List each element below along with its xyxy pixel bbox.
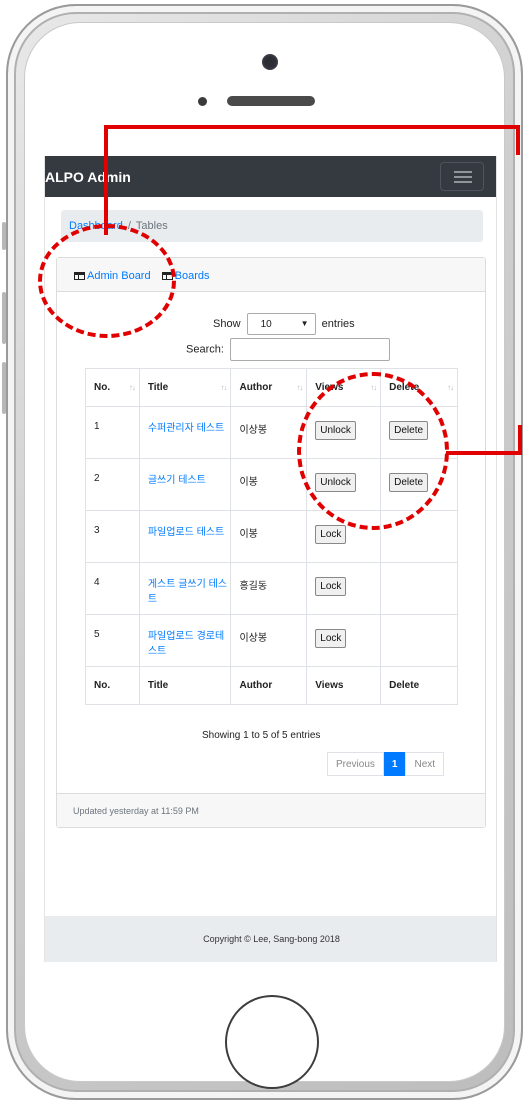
front-camera bbox=[262, 54, 278, 70]
row-author: 이상봉 bbox=[230, 406, 308, 459]
footer-header-views: Views bbox=[306, 666, 382, 705]
page-footer: Copyright © Lee, Sang-bong 2018 bbox=[45, 916, 496, 962]
footer-header-title: Title bbox=[138, 666, 232, 705]
card-footer: Updated yesterday at 11:59 PM bbox=[57, 793, 485, 827]
footer-header-no: No. bbox=[85, 666, 140, 705]
row-author: 홍길동 bbox=[230, 562, 308, 615]
row-no: 2 bbox=[85, 458, 140, 511]
menu-toggle-button[interactable] bbox=[440, 162, 484, 191]
post-title-link[interactable]: 수퍼관리자 테스트 bbox=[148, 421, 231, 436]
sort-icon: ↑↓ bbox=[128, 383, 136, 392]
sort-icon: ↑↓ bbox=[220, 383, 227, 392]
home-button[interactable] bbox=[225, 995, 319, 1089]
show-label: Show bbox=[213, 317, 241, 330]
row-no: 3 bbox=[85, 510, 140, 563]
row-author: 이봉 bbox=[230, 510, 308, 563]
column-header-no[interactable]: No. ↑↓ bbox=[85, 368, 140, 407]
row-no: 5 bbox=[85, 614, 140, 667]
table-row: 5 파일업로드 경로테스트 이상봉 Lock bbox=[85, 614, 458, 667]
annotation-circle bbox=[38, 224, 176, 338]
row-author: 이봉 bbox=[230, 458, 308, 511]
entries-length-control: Show 10 ▼ entries bbox=[213, 313, 355, 335]
tab-boards-label: Boards bbox=[174, 270, 210, 282]
post-title-link[interactable]: 파일업로드 경로테스트 bbox=[148, 629, 231, 659]
search-label: Search: bbox=[186, 343, 224, 356]
row-no: 1 bbox=[85, 406, 140, 459]
annotation-line bbox=[516, 125, 520, 155]
dropdown-arrow-icon: ▼ bbox=[300, 319, 309, 328]
column-header-author[interactable]: Author ↑↓ bbox=[230, 368, 308, 407]
annotation-line bbox=[518, 425, 522, 455]
footer-header-author: Author bbox=[230, 666, 308, 705]
post-title-link[interactable]: 파일업로드 테스트 bbox=[148, 525, 231, 540]
row-author: 이상봉 bbox=[230, 614, 308, 667]
pagination-page-1[interactable]: 1 bbox=[383, 752, 406, 776]
table-info: Showing 1 to 5 of 5 entries bbox=[202, 730, 321, 741]
lock-button[interactable]: Lock bbox=[315, 525, 347, 544]
row-no: 4 bbox=[85, 562, 140, 615]
breadcrumb-current: Tables bbox=[135, 220, 168, 232]
proximity-sensor bbox=[198, 97, 207, 106]
footer-header-delete: Delete bbox=[380, 666, 458, 705]
annotation-line bbox=[104, 125, 108, 235]
brand[interactable]: ALPO Admin bbox=[45, 169, 131, 185]
search-input[interactable] bbox=[229, 338, 390, 361]
annotation-circle bbox=[297, 372, 449, 530]
earpiece-speaker bbox=[227, 96, 315, 106]
phone-volume-up bbox=[2, 292, 6, 344]
lock-button[interactable]: Lock bbox=[315, 629, 347, 648]
phone-side-button bbox=[2, 222, 6, 250]
pagination: Previous 1 Next bbox=[327, 752, 445, 776]
pagination-next[interactable]: Next bbox=[405, 752, 445, 776]
phone-volume-down bbox=[2, 362, 6, 414]
sort-icon: ↑↓ bbox=[447, 383, 454, 392]
menu-icon bbox=[454, 171, 472, 173]
search-control: Search: bbox=[186, 338, 390, 361]
sort-icon: ↑↓ bbox=[296, 383, 303, 392]
lock-button[interactable]: Lock bbox=[315, 577, 347, 596]
entries-select-value: 10 bbox=[260, 319, 272, 330]
navbar: ALPO Admin bbox=[45, 156, 496, 197]
entries-label: entries bbox=[321, 317, 355, 330]
post-title-link[interactable]: 게스트 글쓰기 테스트 bbox=[148, 577, 231, 607]
pagination-previous[interactable]: Previous bbox=[327, 752, 384, 776]
entries-select[interactable]: 10 ▼ bbox=[246, 313, 316, 335]
post-title-link[interactable]: 글쓰기 테스트 bbox=[148, 473, 231, 488]
column-header-title[interactable]: Title ↑↓ bbox=[138, 368, 232, 407]
annotation-line bbox=[104, 125, 520, 129]
table-footer-row: No. Title Author Views Delete bbox=[85, 666, 458, 705]
row-delete-empty bbox=[380, 614, 458, 667]
tables-card: Admin Board Boards Show 10 ▼ entries Sear… bbox=[56, 257, 486, 828]
annotation-line bbox=[446, 451, 522, 455]
table-row: 4 게스트 글쓰기 테스트 홍길동 Lock bbox=[85, 562, 458, 615]
row-delete-empty bbox=[380, 562, 458, 615]
